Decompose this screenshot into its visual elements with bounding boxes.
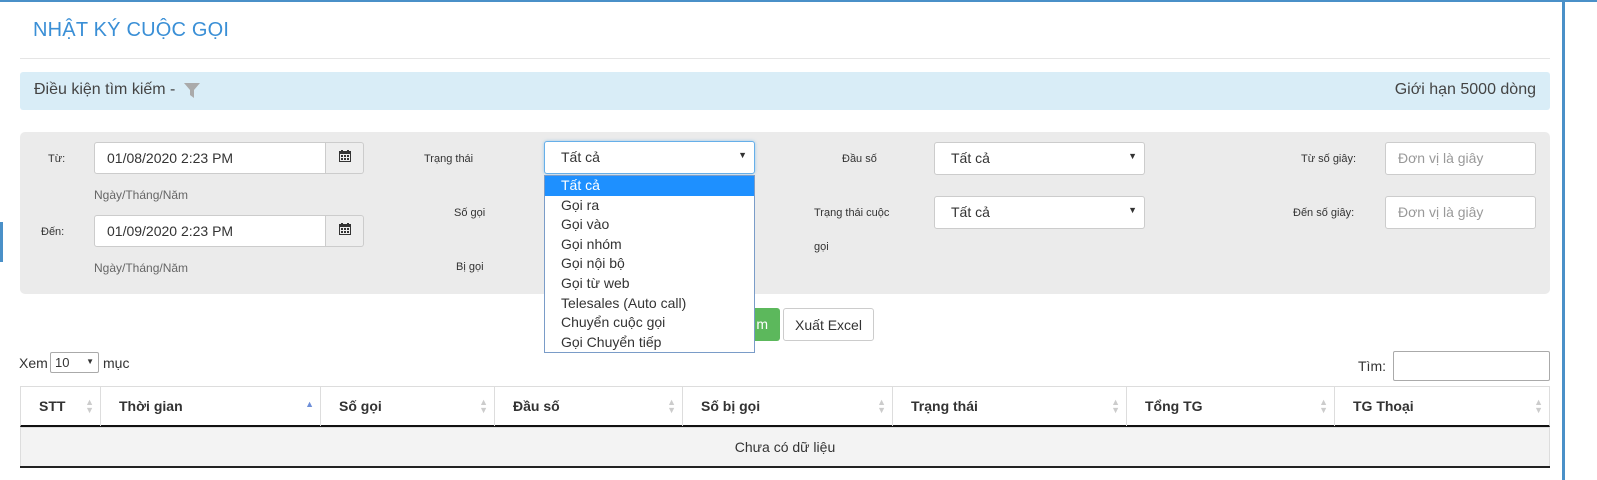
window-right-border [1562, 0, 1565, 480]
status-option[interactable]: Gọi Chuyển tiếp [545, 333, 754, 353]
from-seconds-label: Từ số giây: [1301, 153, 1357, 165]
caret-down-icon: ▼ [1128, 205, 1137, 215]
filter-icon[interactable] [184, 83, 200, 103]
status-option[interactable]: Chuyển cuộc gọi [545, 313, 754, 333]
calendar-icon [338, 149, 351, 167]
export-excel-button[interactable]: Xuất Excel [783, 308, 874, 341]
status-label: Trạng thái [424, 153, 474, 165]
column-label: Số bị gọi [701, 398, 761, 414]
to-date-hint: Ngày/Tháng/Năm [94, 261, 189, 275]
column-label: Tổng TG [1145, 398, 1203, 414]
status-option[interactable]: Gọi vào [545, 215, 754, 235]
column-header-time[interactable]: Thời gian ▲ [101, 387, 321, 426]
caret-down-icon: ▼ [1128, 151, 1137, 161]
prefix-select[interactable]: Tất cả ▼ [934, 142, 1145, 175]
callee-label: Bị gọi [456, 261, 484, 273]
page-size-select[interactable]: 10 ▼ [50, 352, 99, 373]
sort-icon: ▲ ▼ [479, 397, 488, 415]
column-header-status[interactable]: Trạng thái ▲ ▼ [893, 387, 1127, 426]
column-label: Đầu số [513, 398, 560, 414]
column-label: Trạng thái [911, 398, 978, 414]
table-search-label: Tìm: [1358, 358, 1386, 374]
page-title: NHẬT KÝ CUỘC GỌI [33, 19, 230, 41]
call-state-label-cont: gọi [814, 241, 829, 253]
title-divider [20, 58, 1550, 59]
from-date-input[interactable]: 01/08/2020 2:23 PM [94, 142, 326, 174]
status-option[interactable]: Telesales (Auto call) [545, 294, 754, 314]
sort-icon: ▲ ▼ [1319, 397, 1328, 415]
status-option[interactable]: Gọi ra [545, 196, 754, 216]
call-state-select-value: Tất cả [951, 204, 990, 220]
sort-icon: ▲ ▼ [85, 397, 94, 415]
sort-icon: ▲ ▼ [1534, 397, 1543, 415]
search-conditions-label: Điều kiện tìm kiếm - [34, 81, 176, 98]
row-limit-text: Giới hạn 5000 dòng [1394, 81, 1536, 98]
table-header: STT ▲ ▼ Thời gian ▲ Số gọi ▲ ▼ Đầu số ▲ ▼ S… [20, 386, 1550, 427]
to-seconds-input[interactable]: Đơn vị là giây [1385, 196, 1536, 229]
search-conditions-bar[interactable]: Điều kiện tìm kiếm - Giới hạn 5000 dòng [20, 72, 1550, 110]
caret-down-icon: ▼ [86, 357, 94, 366]
calendar-icon [338, 222, 351, 240]
to-date-input[interactable]: 01/09/2020 2:23 PM [94, 215, 326, 247]
from-date-hint: Ngày/Tháng/Năm [94, 188, 189, 202]
column-label: Số gọi [339, 398, 382, 414]
column-label: Thời gian [119, 398, 183, 414]
sort-icon: ▲ ▼ [877, 397, 886, 415]
show-entries-label: Xem [19, 355, 48, 371]
status-option[interactable]: Gọi nhóm [545, 235, 754, 255]
page-size-value: 10 [55, 355, 70, 370]
to-seconds-label: Đến số giây: [1293, 207, 1355, 219]
window-left-edge [0, 222, 3, 262]
caret-down-icon: ▼ [738, 150, 747, 160]
table-search-input[interactable] [1393, 351, 1550, 381]
column-header-prefix[interactable]: Đầu số ▲ ▼ [495, 387, 683, 426]
status-option[interactable]: Gọi từ web [545, 274, 754, 294]
to-date-label: Đến: [41, 226, 65, 238]
prefix-label: Đầu số [842, 153, 877, 165]
to-calendar-button[interactable] [326, 215, 364, 247]
status-select-value: Tất cả [561, 149, 600, 165]
window-top-border [0, 0, 1597, 2]
sort-icon: ▲ ▼ [667, 397, 676, 415]
column-label: TG Thoại [1353, 398, 1414, 414]
table-bottom-border [20, 466, 1550, 468]
status-option[interactable]: Tất cả [545, 176, 754, 196]
prefix-select-value: Tất cả [951, 150, 990, 166]
status-select[interactable]: Tất cả ▼ [544, 141, 755, 174]
table-empty-message: Chưa có dữ liệu [20, 427, 1550, 467]
column-header-caller[interactable]: Số gọi ▲ ▼ [321, 387, 495, 426]
call-state-select[interactable]: Tất cả ▼ [934, 196, 1145, 229]
from-calendar-button[interactable] [326, 142, 364, 174]
status-option[interactable]: Gọi nội bộ [545, 254, 754, 274]
call-state-label: Trạng thái cuộc [814, 207, 890, 219]
column-header-stt[interactable]: STT ▲ ▼ [21, 387, 101, 426]
caller-label: Số gọi [454, 207, 486, 219]
column-header-total-time[interactable]: Tổng TG ▲ ▼ [1127, 387, 1335, 426]
sort-icon: ▲ ▼ [1111, 397, 1120, 415]
column-header-talk-time[interactable]: TG Thoại ▲ ▼ [1335, 387, 1549, 426]
sort-ascending-icon: ▲ [305, 399, 314, 409]
from-date-label: Từ: [48, 153, 66, 165]
from-seconds-input[interactable]: Đơn vị là giây [1385, 142, 1536, 175]
column-header-callee[interactable]: Số bị gọi ▲ ▼ [683, 387, 893, 426]
column-label: STT [39, 398, 66, 414]
entries-label: mục [103, 355, 130, 371]
status-dropdown-list[interactable]: Tất cả Gọi ra Gọi vào Gọi nhóm Gọi nội b… [544, 175, 755, 353]
